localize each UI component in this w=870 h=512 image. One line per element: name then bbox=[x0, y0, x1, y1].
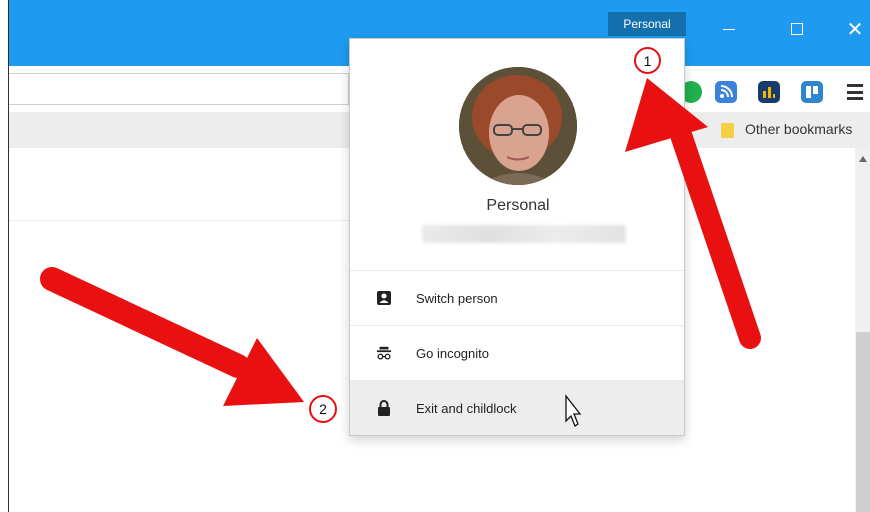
folder-icon bbox=[721, 123, 734, 138]
bar-chart-icon bbox=[763, 87, 775, 98]
extension-rss-icon[interactable] bbox=[715, 81, 737, 103]
avatar bbox=[459, 67, 577, 185]
menu-item-label: Switch person bbox=[416, 290, 498, 306]
callout-2: 2 bbox=[309, 395, 337, 423]
menu-item-label: Exit and childlock bbox=[416, 400, 517, 416]
profile-menu: Personal Switch person Go incognito Exit… bbox=[349, 38, 685, 436]
switch-person-button[interactable]: Switch person bbox=[350, 271, 684, 325]
close-icon: ✕ bbox=[846, 18, 864, 41]
profile-photo bbox=[459, 67, 577, 185]
scrollbar[interactable] bbox=[855, 148, 870, 512]
incognito-icon bbox=[376, 345, 392, 361]
other-bookmarks-link[interactable]: Other bookmarks bbox=[745, 121, 852, 137]
chrome-menu-icon[interactable] bbox=[847, 84, 863, 100]
address-bar[interactable] bbox=[9, 73, 349, 105]
go-incognito-button[interactable]: Go incognito bbox=[350, 326, 684, 380]
callout-number: 2 bbox=[319, 401, 327, 417]
content-divider bbox=[9, 220, 355, 221]
scrollbar-thumb[interactable] bbox=[856, 332, 870, 512]
minimize-button[interactable] bbox=[705, 12, 753, 46]
exit-and-childlock-button[interactable]: Exit and childlock bbox=[350, 381, 684, 435]
callout-number: 1 bbox=[643, 52, 652, 69]
rss-icon bbox=[720, 85, 733, 98]
maximize-icon bbox=[791, 23, 803, 35]
extension-trello-icon[interactable] bbox=[801, 81, 823, 103]
scroll-up-icon[interactable] bbox=[859, 156, 867, 162]
callout-1: 1 bbox=[634, 47, 661, 74]
blurred-email bbox=[422, 225, 626, 243]
profile-button[interactable]: Personal bbox=[608, 12, 686, 36]
menu-item-label: Go incognito bbox=[416, 345, 489, 361]
trello-icon bbox=[806, 86, 818, 98]
lock-icon bbox=[376, 400, 392, 416]
profile-name: Personal bbox=[486, 197, 550, 214]
switch-person-icon bbox=[376, 290, 392, 306]
minimize-icon bbox=[723, 28, 735, 30]
extension-chart-icon[interactable] bbox=[758, 81, 780, 103]
close-button[interactable]: ✕ bbox=[831, 12, 870, 46]
maximize-button[interactable] bbox=[773, 12, 821, 46]
